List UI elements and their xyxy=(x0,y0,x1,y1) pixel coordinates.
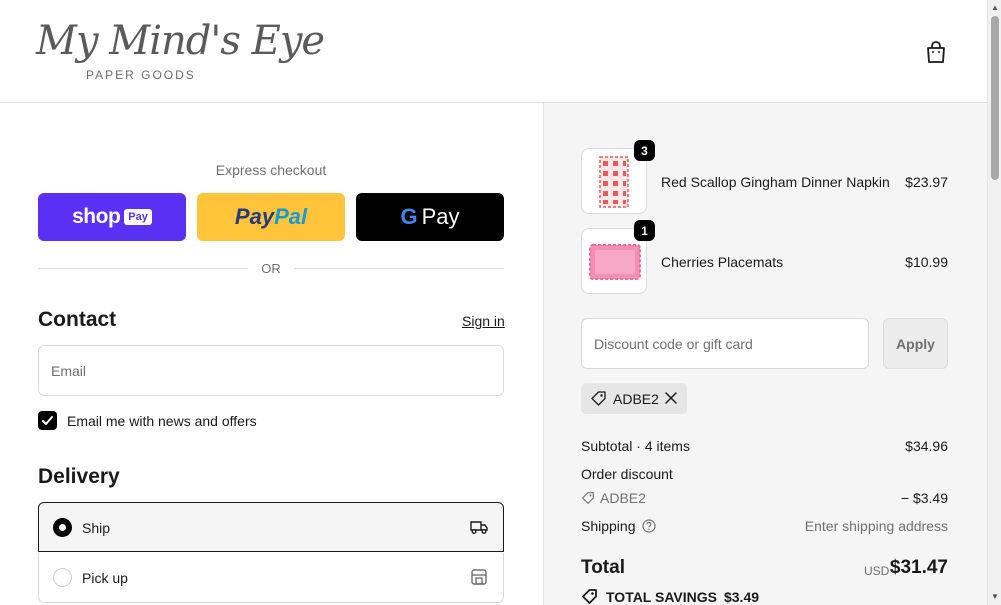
newsletter-checkbox[interactable] xyxy=(38,411,57,430)
store-logo[interactable]: My Mind's Eye PAPER GOODS xyxy=(36,18,325,84)
order-discount-code: ADBE2 xyxy=(581,490,646,506)
sign-in-link[interactable]: Sign in xyxy=(462,313,505,329)
google-pay-word: Pay xyxy=(421,204,460,229)
site-header: My Mind's Eye PAPER GOODS xyxy=(0,0,987,103)
or-divider-text: OR xyxy=(261,261,281,276)
store-icon xyxy=(471,569,487,585)
ship-radio[interactable] xyxy=(53,518,72,537)
delivery-option-ship[interactable]: Ship xyxy=(38,502,504,552)
pickup-label: Pick up xyxy=(82,570,128,586)
product-name: Red Scallop Gingham Dinner Napkin xyxy=(661,174,890,190)
truck-icon xyxy=(470,521,488,534)
shop-pay-box: Pay xyxy=(124,209,152,225)
express-checkout-title: Express checkout xyxy=(215,162,327,178)
shipping-row: Shipping xyxy=(581,518,656,534)
product-name: Cherries Placemats xyxy=(661,254,784,270)
google-g-icon: G xyxy=(400,204,418,229)
product-thumbnail: 3 xyxy=(581,140,655,214)
pickup-radio[interactable] xyxy=(53,568,72,587)
google-pay-button[interactable]: G Pay xyxy=(356,193,504,241)
shipping-label: Shipping xyxy=(581,518,636,534)
logo-subtitle: PAPER GOODS xyxy=(86,68,196,82)
total-savings: TOTAL SAVINGS $3.49 xyxy=(581,588,759,605)
contact-heading: Contact xyxy=(38,308,117,331)
divider-right xyxy=(294,268,504,269)
applied-discount-chip: ADBE2 xyxy=(581,383,687,414)
total-currency: USD xyxy=(864,564,890,578)
tag-icon xyxy=(582,589,597,604)
product-price: $10.99 xyxy=(905,254,948,270)
product-thumbnail: 1 xyxy=(581,220,655,294)
email-field[interactable] xyxy=(38,345,504,396)
logo-script: My Mind's Eye xyxy=(36,18,325,64)
order-discount-label: Order discount xyxy=(581,466,673,482)
paypal-button[interactable]: PayPal xyxy=(197,193,345,241)
total-value: $31.47 xyxy=(889,557,948,578)
quantity-badge: 3 xyxy=(634,140,655,161)
tag-icon xyxy=(591,391,606,406)
shop-pay-word: shop xyxy=(72,205,121,228)
divider-left xyxy=(38,268,248,269)
savings-value: $3.49 xyxy=(723,588,760,605)
applied-code-text: ADBE2 xyxy=(613,390,659,407)
apply-discount-button[interactable]: Apply xyxy=(883,318,948,369)
order-discount-code-text: ADBE2 xyxy=(600,490,646,506)
shopping-bag-icon[interactable] xyxy=(922,38,950,66)
discount-code-input[interactable] xyxy=(581,318,869,369)
newsletter-label: Email me with news and offers xyxy=(67,413,257,429)
checkmark-icon xyxy=(42,416,53,425)
shipping-value: Enter shipping address xyxy=(804,518,948,534)
ship-label: Ship xyxy=(82,520,111,536)
scroll-down-arrow-icon[interactable]: ▼ xyxy=(988,590,1001,604)
page-scrollbar[interactable]: ▲ ▼ xyxy=(987,0,1001,605)
quantity-badge: 1 xyxy=(634,220,655,241)
subtotal-value: $34.96 xyxy=(905,438,948,454)
question-circle-icon[interactable] xyxy=(641,519,656,533)
tag-icon xyxy=(582,492,594,504)
subtotal-label: Subtotal · 4 items xyxy=(581,438,690,454)
close-icon[interactable] xyxy=(663,390,679,406)
product-price: $23.97 xyxy=(905,174,948,190)
order-discount-value: − $3.49 xyxy=(900,490,948,506)
delivery-option-pickup[interactable]: Pick up xyxy=(38,553,504,603)
savings-label: TOTAL SAVINGS xyxy=(606,588,717,605)
delivery-heading: Delivery xyxy=(38,465,120,488)
scroll-thumb[interactable] xyxy=(991,16,999,180)
paypal-logo: PayPal xyxy=(234,204,308,229)
shop-pay-button[interactable]: shop Pay xyxy=(38,193,186,241)
total-label: Total xyxy=(581,557,625,578)
scroll-up-arrow-icon[interactable]: ▲ xyxy=(988,1,1001,15)
